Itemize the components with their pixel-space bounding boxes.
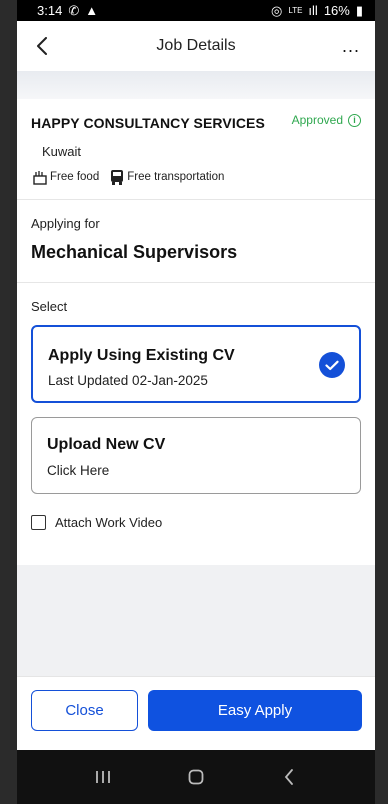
option-existing-cv[interactable]: Apply Using Existing CV Last Updated 02-…	[31, 325, 361, 403]
header-spacer	[17, 71, 375, 99]
approved-badge: Approved i	[292, 113, 361, 127]
call-icon: ✆	[68, 2, 80, 18]
app-screen: Job Details ... HAPPY CONSULTANCY SERVIC…	[17, 21, 375, 760]
signal-icon: ıll	[308, 3, 318, 18]
option-upload-cv[interactable]: Upload New CV Click Here	[31, 417, 361, 494]
option-title: Upload New CV	[47, 436, 166, 453]
action-bar: Close Easy Apply	[17, 676, 375, 751]
battery-icon: ▮	[355, 2, 363, 18]
company-location: Kuwait	[42, 144, 82, 159]
applying-for-label: Applying for	[31, 216, 100, 231]
system-back-icon	[284, 769, 293, 785]
info-icon[interactable]: i	[348, 113, 361, 127]
more-icon: ...	[341, 35, 360, 56]
system-nav-bar	[17, 750, 375, 804]
perk-free-transport: Free transportation	[109, 169, 224, 185]
recent-apps-icon	[96, 771, 111, 783]
system-back-button[interactable]	[274, 762, 304, 792]
job-details-card: HAPPY CONSULTANCY SERVICES Approved i Ku…	[17, 99, 375, 565]
option-subtitle: Last Updated 02-Jan-2025	[48, 373, 208, 388]
page-title: Job Details	[156, 37, 236, 54]
network-label: LTE	[288, 6, 303, 15]
attach-video-row[interactable]: Attach Work Video	[31, 515, 162, 530]
recent-apps-button[interactable]	[88, 762, 118, 792]
back-button[interactable]	[29, 33, 55, 59]
bus-icon	[109, 169, 124, 185]
company-name: HAPPY CONSULTANCY SERVICES	[31, 115, 265, 131]
hotspot-icon: ◎	[271, 2, 283, 18]
back-arrow-icon	[37, 37, 47, 55]
device-frame-left	[0, 0, 17, 804]
attach-video-checkbox[interactable]	[31, 515, 46, 530]
battery-level: 16%	[323, 3, 350, 18]
food-icon	[32, 169, 47, 185]
job-title: Mechanical Supervisors	[31, 242, 238, 262]
device-frame-right	[375, 0, 388, 804]
select-label: Select	[31, 299, 68, 314]
home-button[interactable]	[181, 762, 211, 792]
alert-icon: ▲	[85, 3, 99, 18]
option-title: Apply Using Existing CV	[48, 347, 235, 364]
status-time: 3:14	[37, 3, 63, 18]
divider	[17, 199, 375, 200]
option-subtitle: Click Here	[47, 463, 110, 478]
home-icon	[188, 769, 204, 785]
perk-free-food: Free food	[32, 169, 99, 185]
checkmark-icon	[319, 352, 345, 378]
more-options-button[interactable]: ...	[339, 33, 363, 59]
attach-video-label: Attach Work Video	[55, 515, 163, 530]
perk-label: Free transportation	[127, 171, 225, 183]
divider	[17, 282, 375, 283]
app-bar: Job Details ...	[17, 21, 375, 71]
status-bar: 3:14 ✆ ▲ ◎ LTE ıll 16% ▮	[17, 0, 375, 21]
close-button[interactable]: Close	[31, 690, 138, 731]
perks-list: Free food Free transportation	[32, 169, 224, 185]
easy-apply-button[interactable]: Easy Apply	[148, 690, 362, 731]
perk-label: Free food	[50, 171, 100, 183]
approved-label: Approved	[291, 113, 343, 127]
